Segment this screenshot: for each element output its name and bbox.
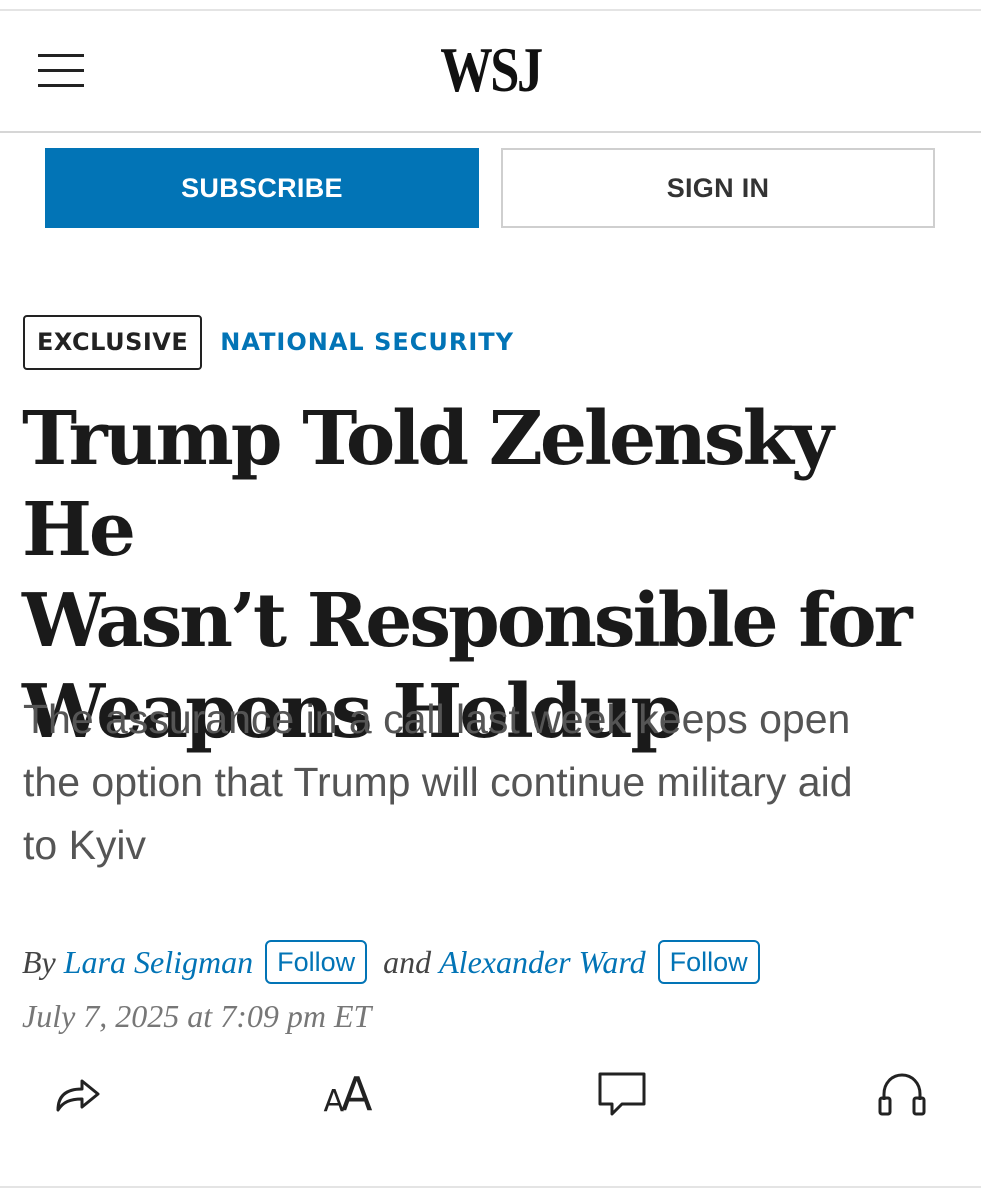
subscribe-button[interactable]: SUBSCRIBE	[45, 148, 479, 228]
author-link[interactable]: Alexander Ward	[439, 944, 645, 981]
share-icon	[56, 1079, 100, 1112]
dek-line: to Kyiv	[23, 822, 147, 868]
bottom-divider	[0, 1186, 981, 1188]
comments-button[interactable]	[592, 1064, 652, 1124]
headline-line: Trump Told Zelensky He	[22, 396, 834, 573]
comment-icon	[598, 1072, 646, 1116]
article-dek: The assurance in a call last week keeps …	[23, 688, 968, 877]
dek-line: the option that Trump will continue mili…	[23, 759, 853, 805]
listen-button[interactable]	[872, 1064, 932, 1124]
section-link[interactable]: NATIONAL SECURITY	[220, 328, 514, 356]
text-size-icon: A A	[324, 1071, 373, 1117]
sign-in-button[interactable]: SIGN IN	[501, 148, 935, 228]
byline-prefix: By	[22, 943, 56, 980]
exclusive-badge: EXCLUSIVE	[23, 314, 203, 370]
byline-conjunction: and	[383, 943, 432, 980]
header-divider	[0, 131, 981, 133]
listen-icon	[878, 1073, 926, 1116]
publish-date: July 7, 2025 at 7:09 pm ET	[22, 998, 372, 1034]
hamburger-menu-icon[interactable]	[38, 50, 86, 90]
wsj-logo[interactable]: WSJ	[88, 35, 892, 105]
byline: By Lara Seligman Follow and Alexander Wa…	[22, 938, 760, 986]
author-link[interactable]: Lara Seligman	[64, 944, 253, 981]
text-size-button[interactable]: A A	[318, 1064, 378, 1124]
article-tags: EXCLUSIVE NATIONAL SECURITY	[23, 314, 514, 370]
site-header: WSJ	[0, 11, 981, 131]
share-button[interactable]	[48, 1064, 108, 1124]
follow-author-button[interactable]: Follow	[265, 940, 368, 984]
text-size-large-glyph: A	[341, 1067, 373, 1121]
follow-author-button[interactable]: Follow	[657, 940, 760, 984]
dek-line: The assurance in a call last week keeps …	[23, 696, 851, 742]
headline-line: Wasn’t Responsible for	[22, 578, 913, 664]
